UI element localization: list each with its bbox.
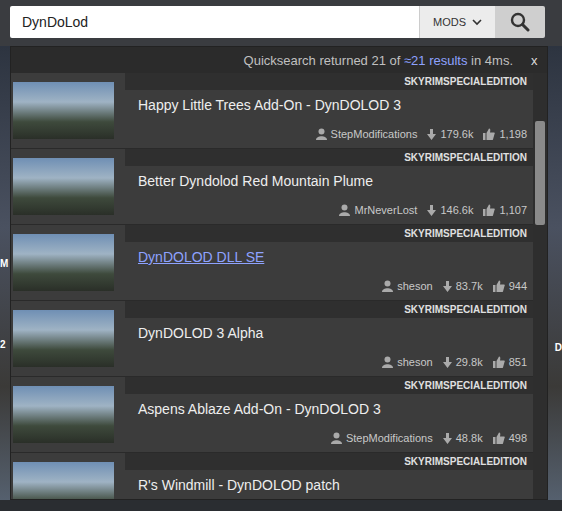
background-tiles-left: M2: [0, 46, 10, 500]
thumbs-up-icon: [493, 432, 505, 444]
result-row[interactable]: SKYRIMSPECIALEDITION Happy Little Trees …: [11, 73, 533, 149]
endorsement-count: 1,198: [499, 128, 527, 140]
background-tiles-right: D: [548, 46, 562, 500]
result-row[interactable]: SKYRIMSPECIALEDITION DynDOLOD DLL SE she…: [11, 225, 533, 301]
person-icon: [382, 280, 393, 292]
result-stats: sheson 83.7k 944: [125, 280, 533, 292]
results-summary: Quicksearch returned 21 of ≈21 results i…: [244, 53, 513, 68]
game-tag: SKYRIMSPECIALEDITION: [125, 377, 533, 394]
game-tag: SKYRIMSPECIALEDITION: [125, 149, 533, 166]
close-button[interactable]: x: [531, 53, 541, 68]
download-icon: [427, 205, 436, 216]
page: DynDoLod MODS M2 Quicksearch returned 21…: [0, 0, 562, 511]
thumbs-up-icon: [493, 280, 505, 292]
download-icon: [427, 129, 436, 140]
result-title[interactable]: Better Dyndolod Red Mountain Plume: [125, 173, 533, 189]
download-count: 83.7k: [456, 280, 483, 292]
download-icon: [443, 433, 452, 444]
game-tag: SKYRIMSPECIALEDITION: [125, 73, 533, 90]
result-title[interactable]: Aspens Ablaze Add-On - DynDOLOD 3: [125, 401, 533, 417]
result-row[interactable]: SKYRIMSPECIALEDITION Better Dyndolod Red…: [11, 149, 533, 225]
person-icon: [316, 128, 327, 140]
result-title[interactable]: Happy Little Trees Add-On - DynDOLOD 3: [125, 97, 533, 113]
result-row[interactable]: SKYRIMSPECIALEDITION DynDOLOD 3 Alpha sh…: [11, 301, 533, 377]
result-content: SKYRIMSPECIALEDITION Better Dyndolod Red…: [125, 149, 533, 224]
author[interactable]: StepModifications: [346, 432, 433, 444]
scope-label: MODS: [433, 16, 466, 28]
result-thumbnail: [13, 234, 114, 291]
background-text: D: [555, 342, 562, 353]
author[interactable]: sheson: [397, 356, 432, 368]
download-count: 146.6k: [440, 204, 473, 216]
result-title[interactable]: R's Windmill - DynDOLOD patch: [125, 477, 533, 493]
game-tag: SKYRIMSPECIALEDITION: [125, 453, 533, 470]
person-icon: [339, 204, 350, 216]
game-tag: SKYRIMSPECIALEDITION: [125, 225, 533, 242]
chevron-down-icon: [472, 18, 482, 26]
download-count: 179.6k: [440, 128, 473, 140]
result-stats: StepModifications 48.8k 498: [125, 432, 533, 444]
results-link[interactable]: ≈21 results: [404, 53, 468, 68]
author[interactable]: sheson: [397, 280, 432, 292]
result-row[interactable]: SKYRIMSPECIALEDITION Aspens Ablaze Add-O…: [11, 377, 533, 453]
thumbs-up-icon: [483, 128, 495, 140]
thumbs-up-icon: [493, 356, 505, 368]
person-icon: [382, 356, 393, 368]
result-stats: sheson 29.8k 851: [125, 356, 533, 368]
result-stats: StepModifications 179.6k 1,198: [125, 128, 533, 140]
scrollbar[interactable]: [533, 73, 547, 499]
thumbs-up-icon: [483, 204, 495, 216]
background-text: 2: [0, 339, 10, 350]
result-content: SKYRIMSPECIALEDITION Aspens Ablaze Add-O…: [125, 377, 533, 452]
results-header: Quicksearch returned 21 of ≈21 results i…: [11, 47, 547, 73]
search-input[interactable]: DynDoLod: [10, 6, 419, 38]
magnifier-icon: [510, 12, 530, 32]
author[interactable]: MrNeverLost: [354, 204, 417, 216]
content-area: M2 Quicksearch returned 21 of ≈21 result…: [0, 46, 562, 500]
result-title[interactable]: DynDOLOD DLL SE: [125, 249, 533, 265]
result-thumbnail: [13, 462, 114, 499]
result-stats: MrNeverLost 146.6k 1,107: [125, 204, 533, 216]
result-content: SKYRIMSPECIALEDITION DynDOLOD 3 Alpha sh…: [125, 301, 533, 376]
download-count: 48.8k: [456, 432, 483, 444]
game-tag: SKYRIMSPECIALEDITION: [125, 301, 533, 318]
result-thumbnail: [13, 386, 114, 443]
endorsement-count: 851: [509, 356, 527, 368]
results-body: SKYRIMSPECIALEDITION Happy Little Trees …: [11, 73, 547, 499]
download-icon: [443, 357, 452, 368]
endorsement-count: 1,107: [499, 204, 527, 216]
result-content: SKYRIMSPECIALEDITION DynDOLOD DLL SE she…: [125, 225, 533, 300]
search-button[interactable]: [495, 6, 545, 38]
result-thumbnail: [13, 158, 114, 215]
author[interactable]: StepModifications: [331, 128, 418, 140]
person-icon: [331, 432, 342, 444]
result-content: SKYRIMSPECIALEDITION Happy Little Trees …: [125, 73, 533, 148]
download-count: 29.8k: [456, 356, 483, 368]
quicksearch-panel: Quicksearch returned 21 of ≈21 results i…: [10, 46, 548, 500]
download-icon: [443, 281, 452, 292]
result-row[interactable]: SKYRIMSPECIALEDITION R's Windmill - DynD…: [11, 453, 533, 499]
endorsement-count: 498: [509, 432, 527, 444]
result-title[interactable]: DynDOLOD 3 Alpha: [125, 325, 533, 341]
scope-dropdown[interactable]: MODS: [419, 6, 495, 38]
result-thumbnail: [13, 310, 114, 367]
endorsement-count: 944: [509, 280, 527, 292]
scrollbar-thumb[interactable]: [535, 121, 545, 225]
result-content: SKYRIMSPECIALEDITION R's Windmill - DynD…: [125, 453, 533, 499]
results-list: SKYRIMSPECIALEDITION Happy Little Trees …: [11, 73, 533, 499]
background-text: M: [0, 258, 10, 269]
result-thumbnail: [13, 82, 114, 139]
search-bar: DynDoLod MODS: [0, 0, 562, 46]
